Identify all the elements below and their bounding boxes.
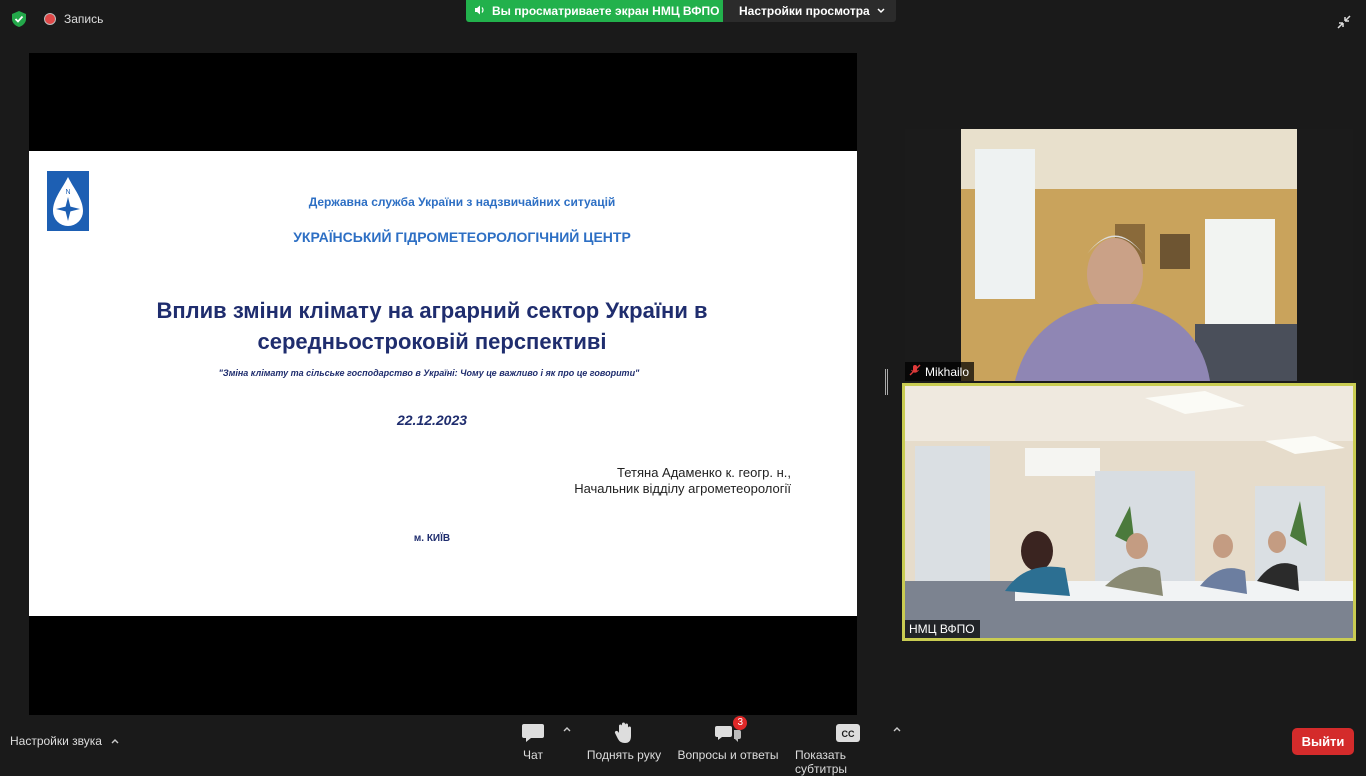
recording-indicator: Запись xyxy=(44,12,103,26)
slide-title-line1: Вплив зміни клімату на аграрний сектор У… xyxy=(156,298,708,323)
slide-author: Тетяна Адаменко к. геогр. н., Начальник … xyxy=(529,465,791,497)
audio-settings-button[interactable]: Настройки звука xyxy=(10,734,120,748)
muted-microphone-icon xyxy=(909,364,921,379)
agency-name: Державна служба України з надзвичайних с… xyxy=(308,195,616,209)
center-name: УКРАЇНСЬКИЙ ГІДРОМЕТЕОРОЛОГІЧНИЙ ЦЕНТР xyxy=(293,229,631,245)
speaker-icon xyxy=(474,4,486,19)
chat-label: Чат xyxy=(523,748,543,762)
svg-text:CC: CC xyxy=(842,729,855,739)
participant-name: Mikhailo xyxy=(925,364,970,379)
author-position: Начальник відділу агрометеорології xyxy=(574,481,791,496)
view-options-label: Настройки просмотра xyxy=(739,4,870,18)
screen-share-banner: Вы просматриваете экран НМЦ ВФПО xyxy=(466,0,723,22)
qa-count-badge: 3 xyxy=(733,716,747,730)
participant-name-tag: Mikhailo xyxy=(905,362,975,381)
screen-share-text: Вы просматриваете экран НМЦ ВФПО xyxy=(492,4,720,18)
exit-fullscreen-icon[interactable] xyxy=(1330,8,1358,36)
slide-city: м. КИЇВ xyxy=(413,533,451,544)
chat-icon xyxy=(521,718,545,748)
raise-hand-button[interactable]: Поднять руку xyxy=(586,718,662,762)
video-tile-nmc-vfpo[interactable]: НМЦ ВФПО xyxy=(902,383,1356,641)
security-shield-icon[interactable] xyxy=(10,10,28,28)
chat-button[interactable]: Чат xyxy=(519,718,547,762)
view-options-button[interactable]: Настройки просмотра xyxy=(723,0,896,22)
raise-hand-icon xyxy=(613,718,635,748)
video-tile-mikhailo[interactable]: Mikhailo xyxy=(905,129,1353,381)
presentation-slide: N Державна служба України з надзвичайних… xyxy=(29,151,857,616)
audio-settings-label: Настройки звука xyxy=(10,734,102,748)
recording-label: Запись xyxy=(64,12,104,26)
qa-button[interactable]: 3 Вопросы и ответы xyxy=(677,716,779,762)
captions-options-chevron-icon[interactable] xyxy=(892,724,902,736)
participant-video-feed xyxy=(905,129,1353,381)
slide-title: Вплив зміни клімату на аграрний сектор У… xyxy=(29,295,835,357)
participant-name: НМЦ ВФПО xyxy=(909,622,975,636)
show-captions-button[interactable]: CC Показать субтитры xyxy=(795,718,901,776)
slide-date: 22.12.2023 xyxy=(396,412,468,428)
participant-video-feed xyxy=(905,386,1353,638)
closed-captions-icon: CC xyxy=(836,718,860,748)
recording-dot-icon xyxy=(44,13,56,25)
raise-hand-label: Поднять руку xyxy=(586,748,662,762)
chevron-up-icon xyxy=(110,734,120,748)
author-name: Тетяна Адаменко к. геогр. н., xyxy=(617,465,791,480)
slide-title-line2: середньостроковій перспективі xyxy=(257,329,607,354)
chat-options-chevron-icon[interactable] xyxy=(562,724,572,736)
show-captions-label: Показать субтитры xyxy=(795,748,848,776)
qa-icon: 3 xyxy=(715,716,747,748)
slide-subtitle: "Зміна клімату та сільське господарство … xyxy=(218,368,640,378)
qa-label: Вопросы и ответы xyxy=(677,748,779,762)
panel-resize-handle[interactable] xyxy=(885,369,888,395)
leave-button[interactable]: Выйти xyxy=(1292,728,1354,755)
participant-name-tag: НМЦ ВФПО xyxy=(905,620,980,638)
chevron-down-icon xyxy=(876,4,886,18)
